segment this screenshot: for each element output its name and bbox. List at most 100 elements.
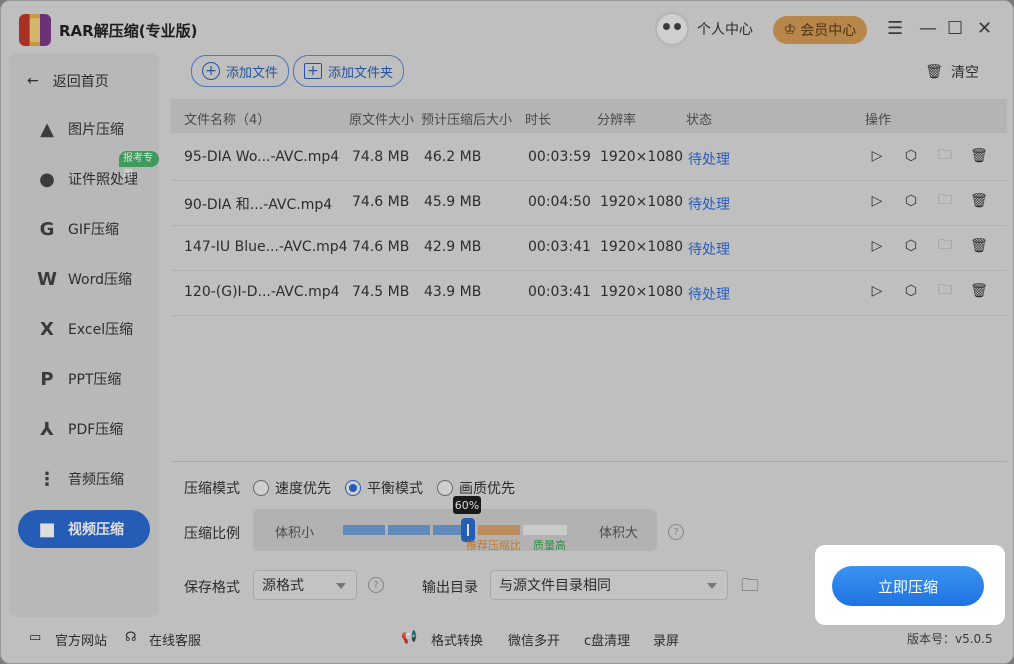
vip-center-label: 会员中心 <box>800 23 857 39</box>
resolution: 1920×1080 <box>600 284 683 300</box>
settings-icon[interactable]: ⬡ <box>901 236 921 256</box>
delete-icon[interactable]: 🗑 <box>969 281 989 301</box>
settings-divider <box>171 461 1007 462</box>
status-text: 待处理 <box>688 197 730 213</box>
format-convert-link[interactable]: 格式转换 <box>431 630 483 649</box>
wechat-multi-link[interactable]: 微信多开 <box>508 630 560 649</box>
website-link[interactable]: 官方网站 <box>55 630 107 649</box>
compress-now-button[interactable]: 立即压缩 <box>832 566 984 606</box>
play-icon[interactable]: ▷ <box>867 281 887 301</box>
settings-icon[interactable]: ⬡ <box>901 146 921 166</box>
folder-icon[interactable]: 🗀 <box>935 281 955 301</box>
ratio-min-label: 体积小 <box>275 526 315 541</box>
delete-icon[interactable]: 🗑 <box>969 191 989 211</box>
sidebar-item-label: 音频压缩 <box>68 472 124 488</box>
delete-icon[interactable]: 🗑 <box>969 146 989 166</box>
play-icon[interactable]: ▷ <box>867 191 887 211</box>
recommend-label: 推荐压缩比 <box>466 539 521 552</box>
mode-quality-label: 画质优先 <box>459 481 515 497</box>
table-row: 147-IU Blue...-AVC.mp4 74.6 MB 42.9 MB 0… <box>171 226 1007 271</box>
folder-icon[interactable]: 🗀 <box>935 146 955 166</box>
sidebar-item-ppt[interactable]: P PPT压缩 <box>18 360 150 398</box>
clear-label: 清空 <box>951 65 979 81</box>
mode-balanced-label: 平衡模式 <box>367 481 423 497</box>
orig-size: 74.6 MB <box>352 239 410 255</box>
radio-circle <box>437 480 453 496</box>
help-icon[interactable]: ? <box>668 524 684 540</box>
file-name: 120-(G)I-D...-AVC.mp4 <box>184 284 340 300</box>
monitor-icon: ▭ <box>29 630 42 645</box>
sidebar-item-label: Word压缩 <box>68 272 132 288</box>
mode-quality-radio[interactable]: 画质优先 <box>437 478 515 498</box>
add-file-label: 添加文件 <box>226 65 279 81</box>
back-home-button[interactable]: ← 返回首页 <box>27 71 109 91</box>
ratio-slider-box: 体积小 体积大 推荐压缩比 质量高 <box>253 509 657 552</box>
version-text: 版本号：v5.0.5 <box>907 632 993 646</box>
sidebar-item-label: PDF压缩 <box>68 422 124 438</box>
duration: 00:03:41 <box>528 284 591 300</box>
menu-icon[interactable]: ☰ <box>887 19 903 39</box>
trash-icon: 🗑 <box>925 64 943 80</box>
file-name: 95-DIA Wo...-AVC.mp4 <box>184 149 340 165</box>
close-icon[interactable]: ✕ <box>977 19 992 39</box>
vip-center-button[interactable]: ♔ 会员中心 <box>773 16 867 44</box>
est-size: 45.9 MB <box>424 194 482 210</box>
record-link[interactable]: 录屏 <box>653 630 679 649</box>
sidebar-item-label: 视频压缩 <box>68 522 124 538</box>
sidebar-item-label: 图片压缩 <box>68 122 124 138</box>
file-table: 文件名称（4） 原文件大小 预计压缩后大小 时长 分辨率 状态 操作 95-DI… <box>171 99 1007 319</box>
play-icon[interactable]: ▷ <box>867 146 887 166</box>
table-header: 文件名称（4） 原文件大小 预计压缩后大小 时长 分辨率 状态 操作 <box>171 99 1007 133</box>
id-photo-icon: ● <box>39 168 55 190</box>
sidebar-item-label: PPT压缩 <box>68 372 122 388</box>
support-link[interactable]: 在线客服 <box>149 630 201 649</box>
folder-icon[interactable]: 🗀 <box>935 191 955 211</box>
duration: 00:03:59 <box>528 149 591 165</box>
row-actions: ▷ ⬡ 🗀 🗑 <box>867 146 989 166</box>
sidebar-item-gif[interactable]: G GIF压缩 <box>18 210 150 248</box>
delete-icon[interactable]: 🗑 <box>969 236 989 256</box>
sidebar-item-pdf[interactable]: ⅄ PDF压缩 <box>18 410 150 448</box>
format-value: 源格式 <box>262 578 304 594</box>
add-file-button[interactable]: + 添加文件 <box>191 55 290 87</box>
status-text: 待处理 <box>688 152 730 168</box>
add-folder-button[interactable]: + 添加文件夹 <box>293 55 405 87</box>
sidebar-item-image[interactable]: ▲ 图片压缩 <box>18 110 150 148</box>
maximize-icon[interactable]: ☐ <box>947 19 963 39</box>
resolution: 1920×1080 <box>600 194 683 210</box>
est-size: 42.9 MB <box>424 239 482 255</box>
radio-circle <box>345 480 361 496</box>
mode-speed-radio[interactable]: 速度优先 <box>253 478 331 498</box>
output-dir-select[interactable]: 与源文件目录相同 <box>490 570 728 600</box>
user-center-label: 个人中心 <box>697 22 753 38</box>
app-window: RAR解压缩(专业版) 个人中心 ♔ 会员中心 ☰ — ☐ ✕ ← 返回首页 ▲… <box>0 0 1014 664</box>
sidebar-item-word[interactable]: W Word压缩 <box>18 260 150 298</box>
headset-icon: ☊ <box>125 630 137 645</box>
sidebar-item-excel[interactable]: X Excel压缩 <box>18 310 150 348</box>
sidebar-item-video[interactable]: ■ 视频压缩 <box>18 510 150 548</box>
clear-button[interactable]: 🗑 清空 <box>925 62 979 82</box>
c-clean-link[interactable]: c盘清理 <box>584 630 630 649</box>
mode-label: 压缩模式 <box>184 481 240 497</box>
rar-logo-icon <box>19 14 51 46</box>
row-actions: ▷ ⬡ 🗀 🗑 <box>867 191 989 211</box>
mode-balanced-radio[interactable]: 平衡模式 <box>345 478 423 498</box>
avatar <box>655 12 689 46</box>
cta-highlight: 立即压缩 <box>815 545 1005 625</box>
app-title: RAR解压缩(专业版) <box>59 22 198 40</box>
settings-icon[interactable]: ⬡ <box>901 281 921 301</box>
minimize-icon[interactable]: — <box>919 19 937 39</box>
col-name: 文件名称（4） <box>184 113 271 128</box>
sidebar-item-audio[interactable]: ⋮ 音频压缩 <box>18 460 150 498</box>
ppt-icon: P <box>40 368 54 390</box>
play-icon[interactable]: ▷ <box>867 236 887 256</box>
arrow-left-icon: ← <box>27 73 39 89</box>
folder-icon[interactable]: 🗀 <box>935 236 955 256</box>
help-icon[interactable]: ? <box>368 577 384 593</box>
open-folder-icon[interactable]: 🗀 <box>741 573 759 603</box>
format-select[interactable]: 源格式 <box>253 570 357 600</box>
settings-icon[interactable]: ⬡ <box>901 191 921 211</box>
user-center-button[interactable]: 个人中心 <box>655 12 753 46</box>
mode-speed-label: 速度优先 <box>275 481 331 497</box>
title-bar: RAR解压缩(专业版) 个人中心 ♔ 会员中心 ☰ — ☐ ✕ <box>1 1 1013 57</box>
